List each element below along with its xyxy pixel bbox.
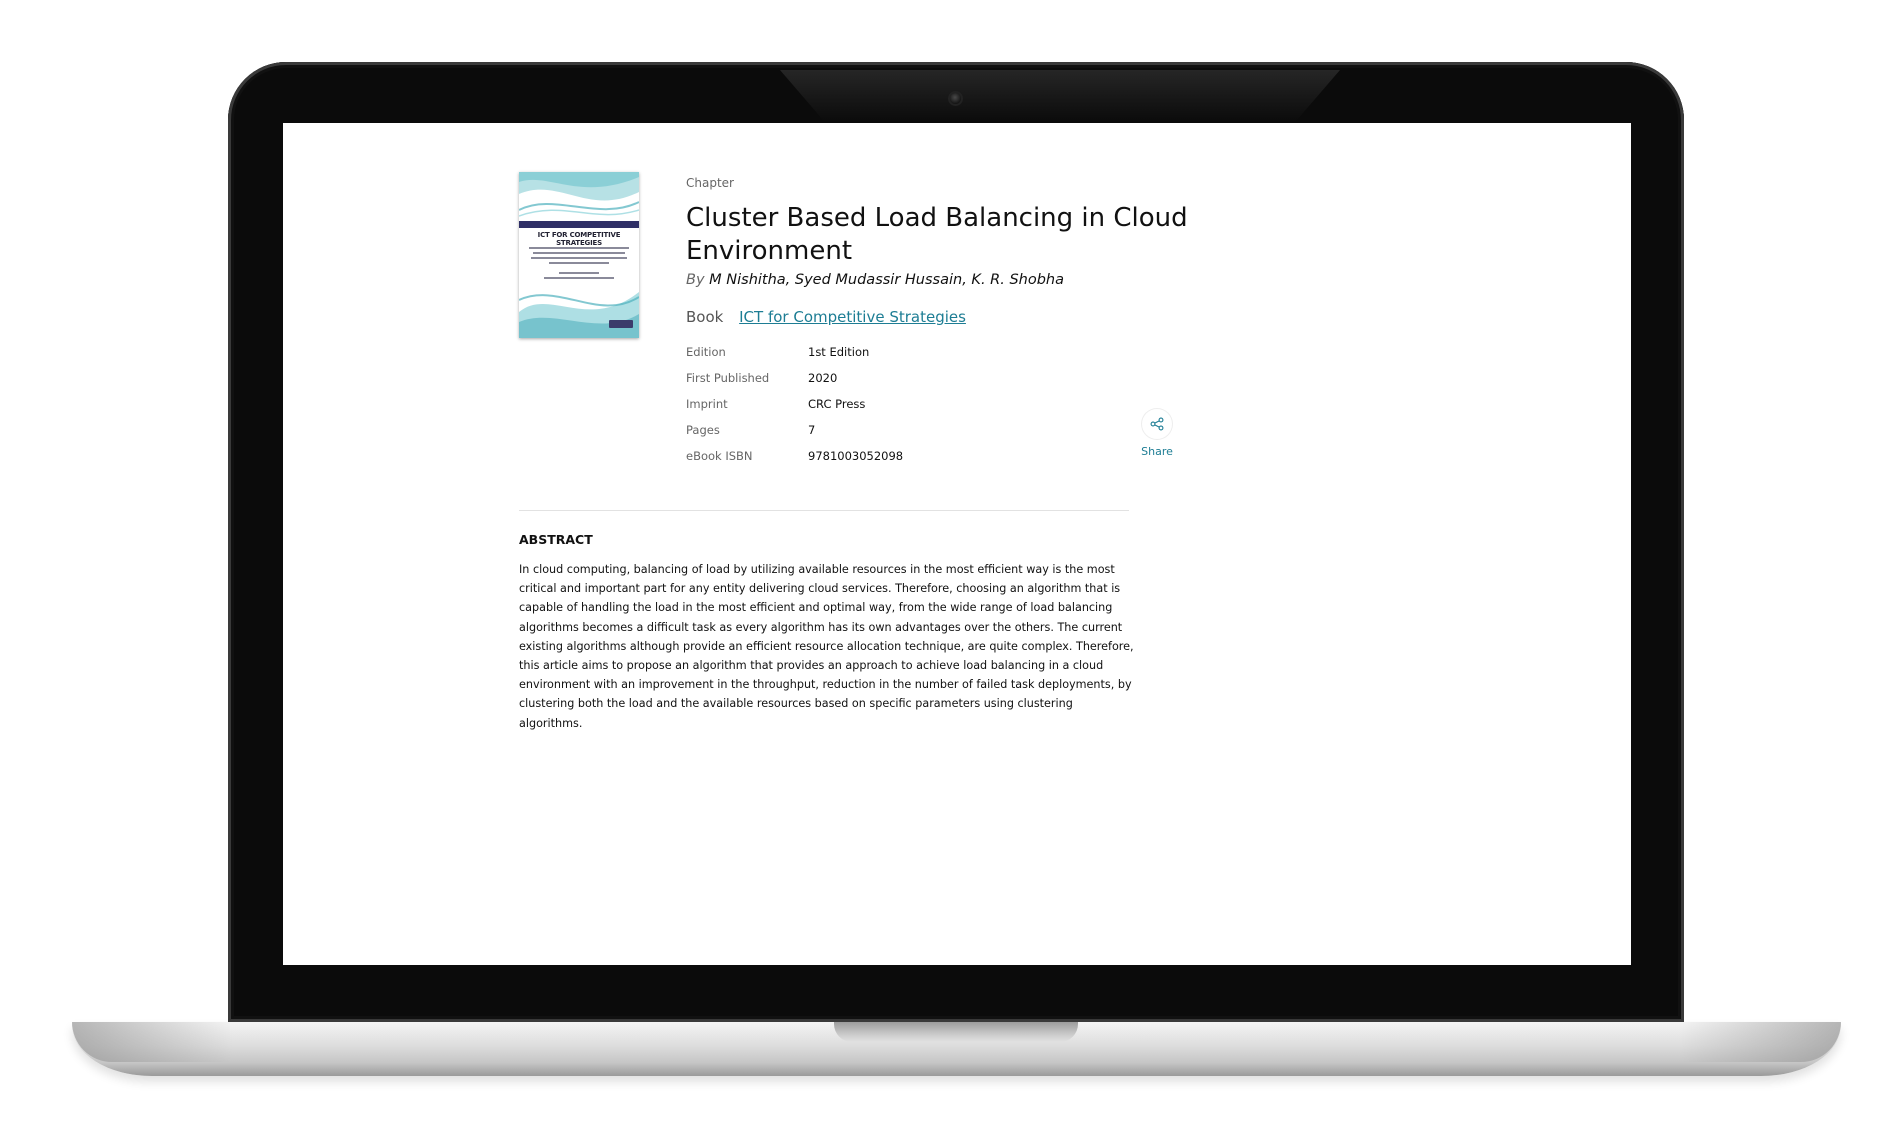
share-label[interactable]: Share bbox=[1137, 445, 1177, 458]
detail-row-first-published: First Published 2020 bbox=[686, 365, 986, 391]
chapter-page: ICT FOR COMPETITIVE STRATEGIES Chapter C… bbox=[283, 123, 1631, 965]
webcam-icon bbox=[950, 93, 961, 104]
share-button[interactable]: Share bbox=[1137, 409, 1177, 458]
detail-key: First Published bbox=[686, 371, 770, 385]
chapter-authors: By M Nishitha, Syed Mudassir Hussain, K.… bbox=[686, 272, 1064, 288]
detail-value: CRC Press bbox=[808, 397, 866, 411]
laptop-screen: ICT FOR COMPETITIVE STRATEGIES Chapter C… bbox=[283, 123, 1631, 965]
content-type-label: Chapter bbox=[686, 176, 734, 190]
detail-row-imprint: Imprint CRC Press bbox=[686, 391, 986, 417]
share-icon-circle[interactable] bbox=[1142, 409, 1172, 439]
publisher-logo bbox=[609, 320, 633, 328]
detail-row-edition: Edition 1st Edition bbox=[686, 339, 986, 365]
detail-key: Edition bbox=[686, 345, 726, 359]
detail-row-pages: Pages 7 bbox=[686, 417, 986, 443]
by-label: By bbox=[686, 272, 705, 288]
details-table: Edition 1st Edition First Published 2020… bbox=[686, 339, 986, 469]
cover-subtitle-lines bbox=[529, 244, 629, 282]
laptop-mockup: ICT FOR COMPETITIVE STRATEGIES Chapter C… bbox=[0, 0, 1895, 1139]
cover-title-bar bbox=[519, 221, 639, 228]
detail-key: Imprint bbox=[686, 397, 728, 411]
book-row: Book ICT for Competitive Strategies bbox=[686, 308, 966, 326]
author-names: M Nishitha, Syed Mudassir Hussain, K. R.… bbox=[709, 272, 1064, 288]
book-title-link[interactable]: ICT for Competitive Strategies bbox=[739, 308, 966, 326]
book-label: Book bbox=[686, 308, 724, 326]
abstract-text: In cloud computing, balancing of load by… bbox=[519, 563, 1134, 730]
lid-gloss bbox=[780, 70, 1340, 122]
base-shade-left bbox=[72, 1022, 232, 1062]
base-shade-right bbox=[1681, 1022, 1841, 1062]
abstract-heading: ABSTRACT bbox=[519, 532, 593, 547]
detail-value: 7 bbox=[808, 423, 816, 437]
book-cover-image[interactable]: ICT FOR COMPETITIVE STRATEGIES bbox=[519, 172, 639, 338]
detail-value: 9781003052098 bbox=[808, 449, 904, 463]
detail-key: Pages bbox=[686, 423, 720, 437]
chapter-title: Cluster Based Load Balancing in Cloud En… bbox=[686, 203, 1188, 266]
detail-value: 1st Edition bbox=[808, 345, 870, 359]
detail-value: 2020 bbox=[808, 371, 838, 385]
detail-row-ebook-isbn: eBook ISBN 9781003052098 bbox=[686, 443, 986, 469]
share-icon bbox=[1150, 417, 1164, 431]
laptop-opening-notch bbox=[834, 1022, 1078, 1042]
section-divider bbox=[519, 510, 1129, 511]
detail-key: eBook ISBN bbox=[686, 449, 753, 463]
